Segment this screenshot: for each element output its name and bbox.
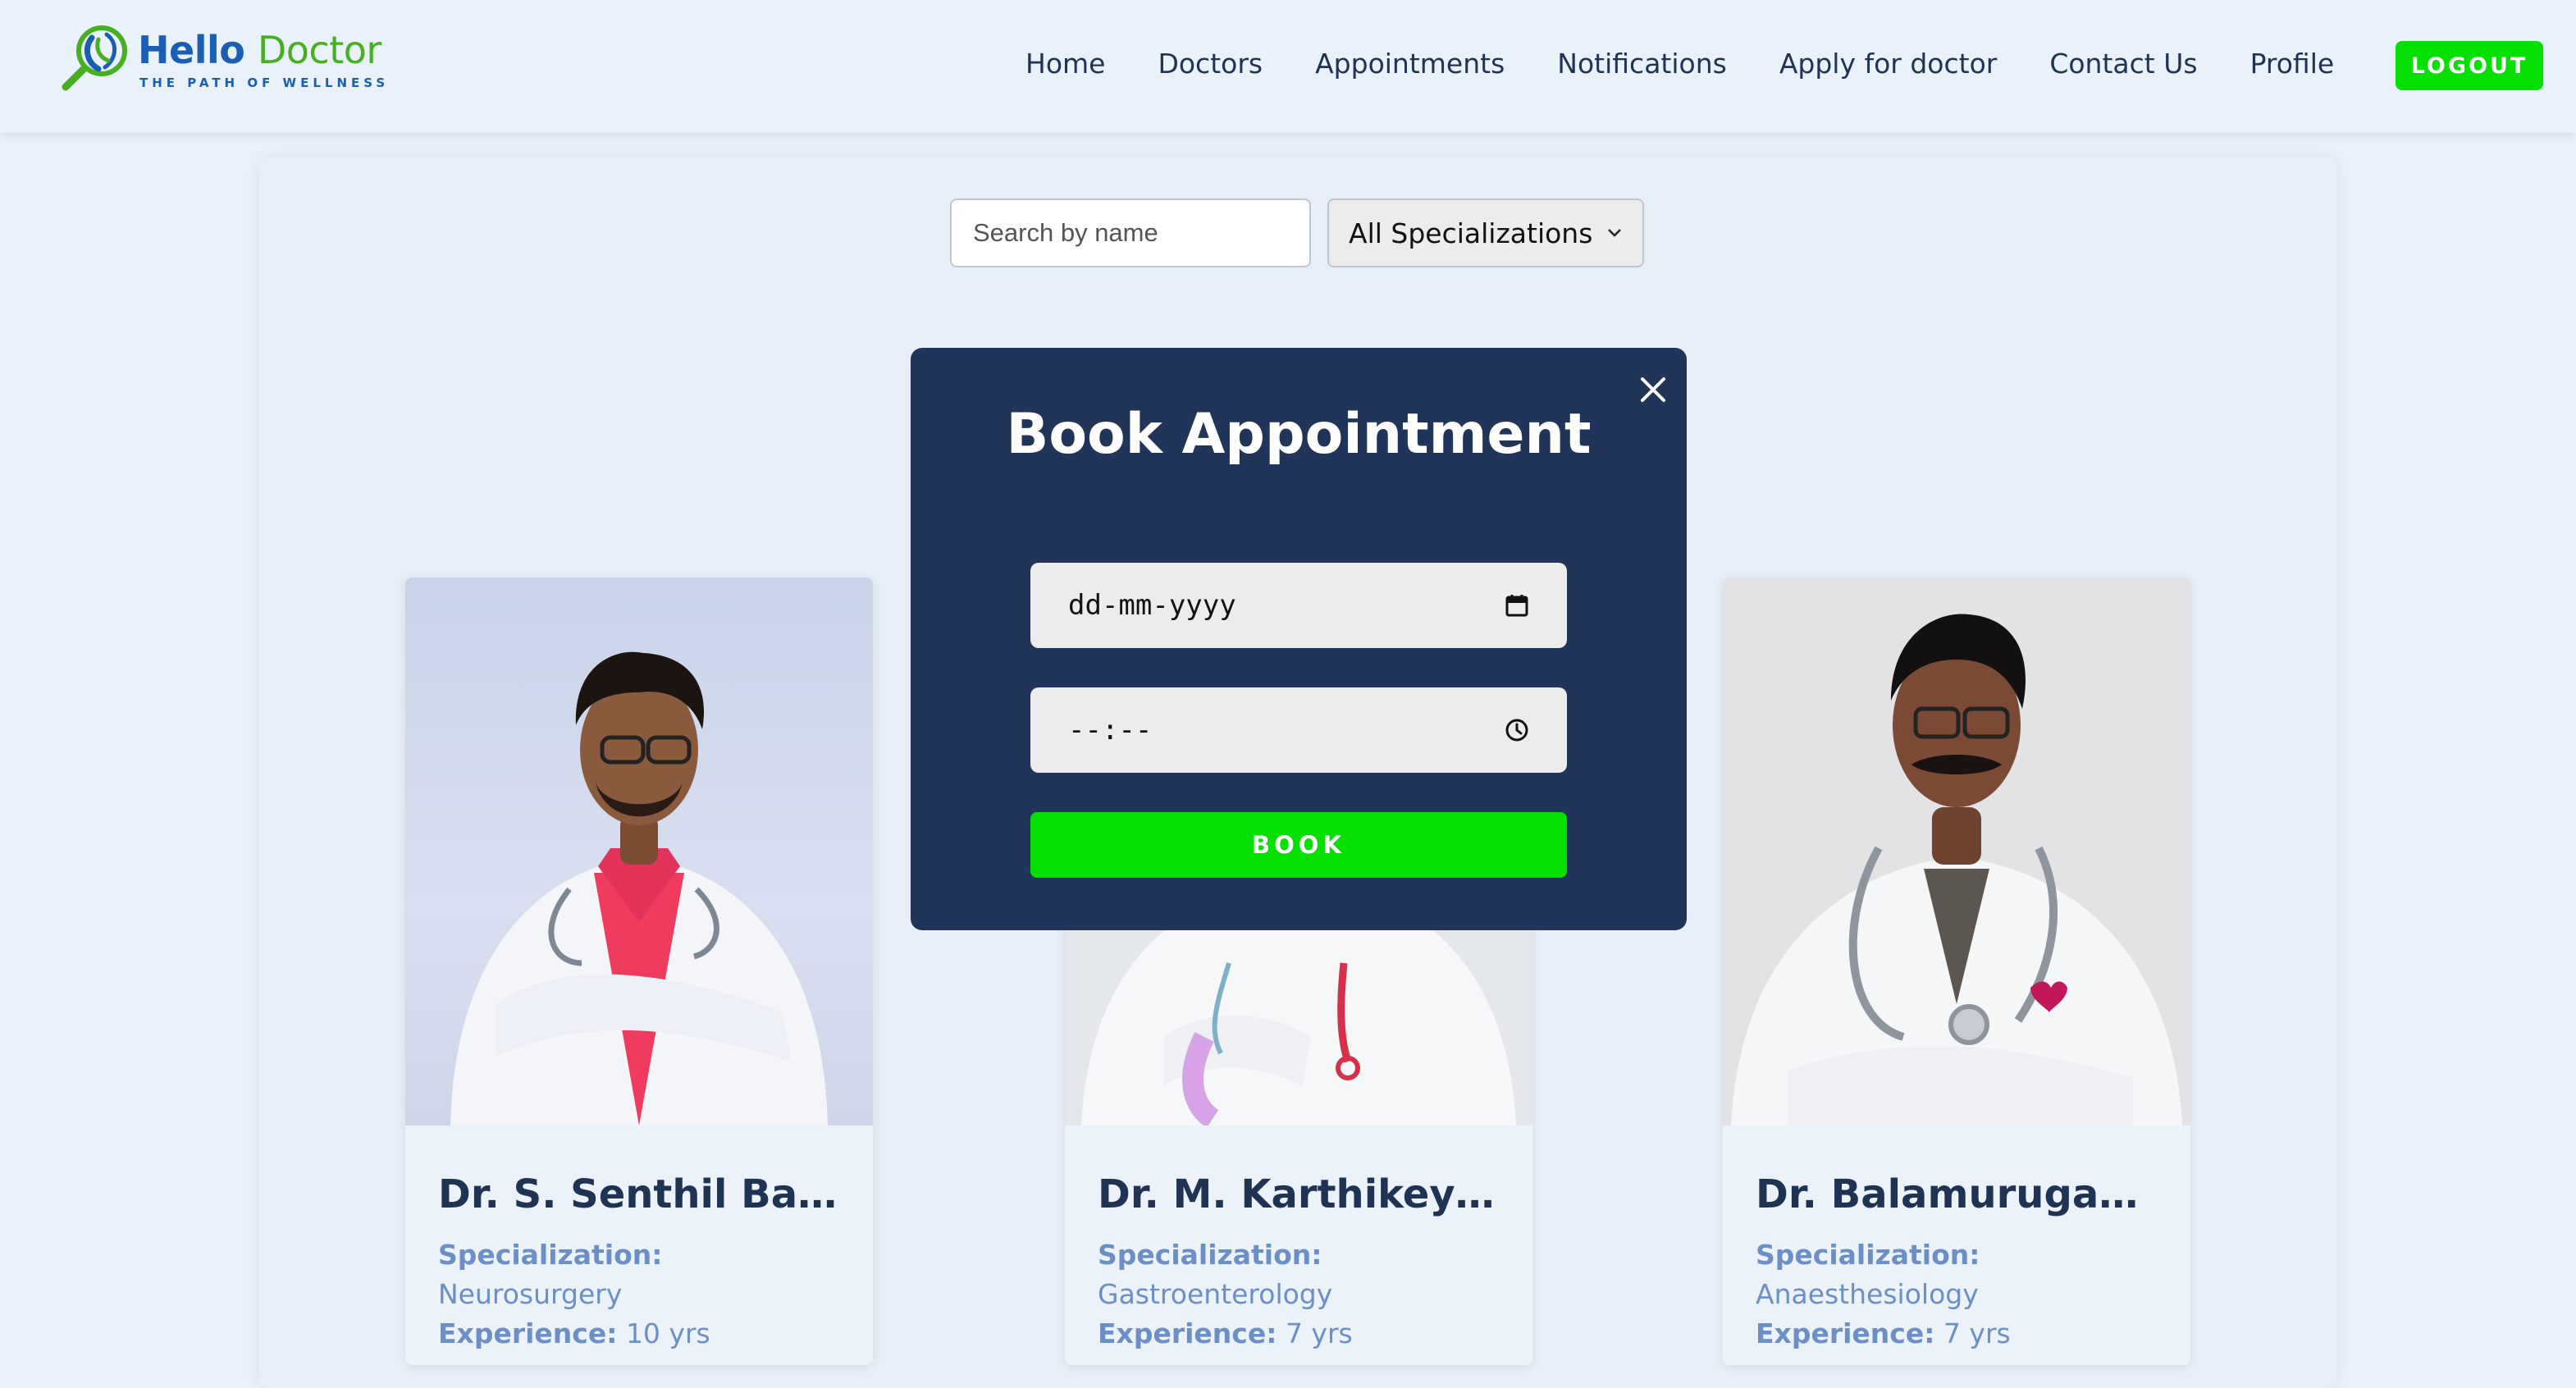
chevron-down-icon — [1608, 229, 1621, 237]
book-button[interactable]: BOOK — [1030, 812, 1567, 878]
date-placeholder: dd-mm-yyyy — [1068, 589, 1236, 622]
specialization-label: Specialization: — [438, 1239, 663, 1271]
specialization-label: Specialization: — [1756, 1239, 1980, 1271]
doctor-card[interactable]: Dr. Balamurugan K Specialization: Anaest… — [1723, 578, 2190, 1365]
experience-row: Experience: 7 yrs — [1098, 1314, 1508, 1354]
experience-row: Experience: 7 yrs — [1756, 1314, 2166, 1354]
doctor-info: Specialization: Anaesthesiology Experien… — [1756, 1235, 2166, 1354]
logout-button[interactable]: LOGOUT — [2396, 41, 2543, 90]
time-placeholder: --:-- — [1068, 714, 1153, 747]
experience-value: 7 yrs — [1285, 1317, 1353, 1349]
specialization-value: Gastroenterology — [1098, 1278, 1333, 1310]
doctor-info: Specialization: Neurosurgery Experience:… — [438, 1235, 848, 1354]
specialization-label: Specialization: — [1098, 1239, 1322, 1271]
nav-notifications[interactable]: Notifications — [1557, 48, 1727, 80]
specialization-select[interactable]: All Specializations — [1327, 199, 1644, 267]
nav-appointments[interactable]: Appointments — [1315, 48, 1505, 80]
brand-name-part1: Hello — [138, 28, 245, 72]
nav-links: Home Doctors Appointments Notifications … — [1025, 43, 2386, 84]
doctor-name: Dr. S. Senthil Babu — [438, 1171, 848, 1217]
experience-value: 7 yrs — [1943, 1317, 2011, 1349]
specialization-row: Specialization: Neurosurgery — [438, 1235, 848, 1314]
experience-label: Experience: — [1098, 1317, 1277, 1349]
nav-contact-us[interactable]: Contact Us — [2049, 48, 2197, 80]
brand-tagline: THE PATH OF WELLNESS — [139, 75, 390, 90]
nav-profile[interactable]: Profile — [2250, 48, 2335, 80]
nav-home[interactable]: Home — [1025, 48, 1105, 80]
doctor-portrait-image — [450, 651, 828, 1125]
search-placeholder: Search by name — [973, 218, 1158, 247]
brand-name: Hello Doctor — [138, 28, 381, 72]
nav-doctors[interactable]: Doctors — [1158, 48, 1263, 80]
doctor-photo — [1723, 578, 2190, 1125]
doctor-portrait-image — [1731, 614, 2182, 1125]
search-input[interactable]: Search by name — [950, 199, 1311, 267]
book-appointment-modal: Book Appointment dd-mm-yyyy --:-- BOOK — [911, 348, 1687, 930]
brand-name-part2: Doctor — [257, 28, 381, 72]
brand-logo[interactable]: Hello Doctor THE PATH OF WELLNESS — [59, 20, 387, 94]
experience-row: Experience: 10 yrs — [438, 1314, 848, 1354]
specialization-value: Anaesthesiology — [1756, 1278, 1979, 1310]
experience-value: 10 yrs — [625, 1317, 710, 1349]
doctor-info: Specialization: Gastroenterology Experie… — [1098, 1235, 1508, 1354]
modal-title: Book Appointment — [1006, 402, 1592, 467]
top-navbar: Hello Doctor THE PATH OF WELLNESS Home D… — [0, 0, 2576, 133]
specialization-selected: All Specializations — [1349, 217, 1593, 249]
date-input[interactable]: dd-mm-yyyy — [1030, 563, 1567, 648]
clock-icon[interactable] — [1505, 718, 1529, 742]
nav-apply-for-doctor[interactable]: Apply for doctor — [1779, 48, 1998, 80]
specialization-value: Neurosurgery — [438, 1278, 623, 1310]
doctor-card[interactable]: Dr. S. Senthil Babu Specialization: Neur… — [405, 578, 873, 1365]
time-input[interactable]: --:-- — [1030, 687, 1567, 773]
doctor-photo — [405, 578, 873, 1125]
experience-label: Experience: — [1756, 1317, 1935, 1349]
experience-label: Experience: — [438, 1317, 618, 1349]
doctor-name: Dr. Balamurugan K — [1756, 1171, 2166, 1217]
magnifier-stethoscope-logo-icon — [62, 25, 127, 91]
calendar-icon[interactable] — [1505, 593, 1529, 618]
close-icon — [1641, 377, 1665, 402]
doctor-name: Dr. M. Karthikeya... — [1098, 1171, 1508, 1217]
